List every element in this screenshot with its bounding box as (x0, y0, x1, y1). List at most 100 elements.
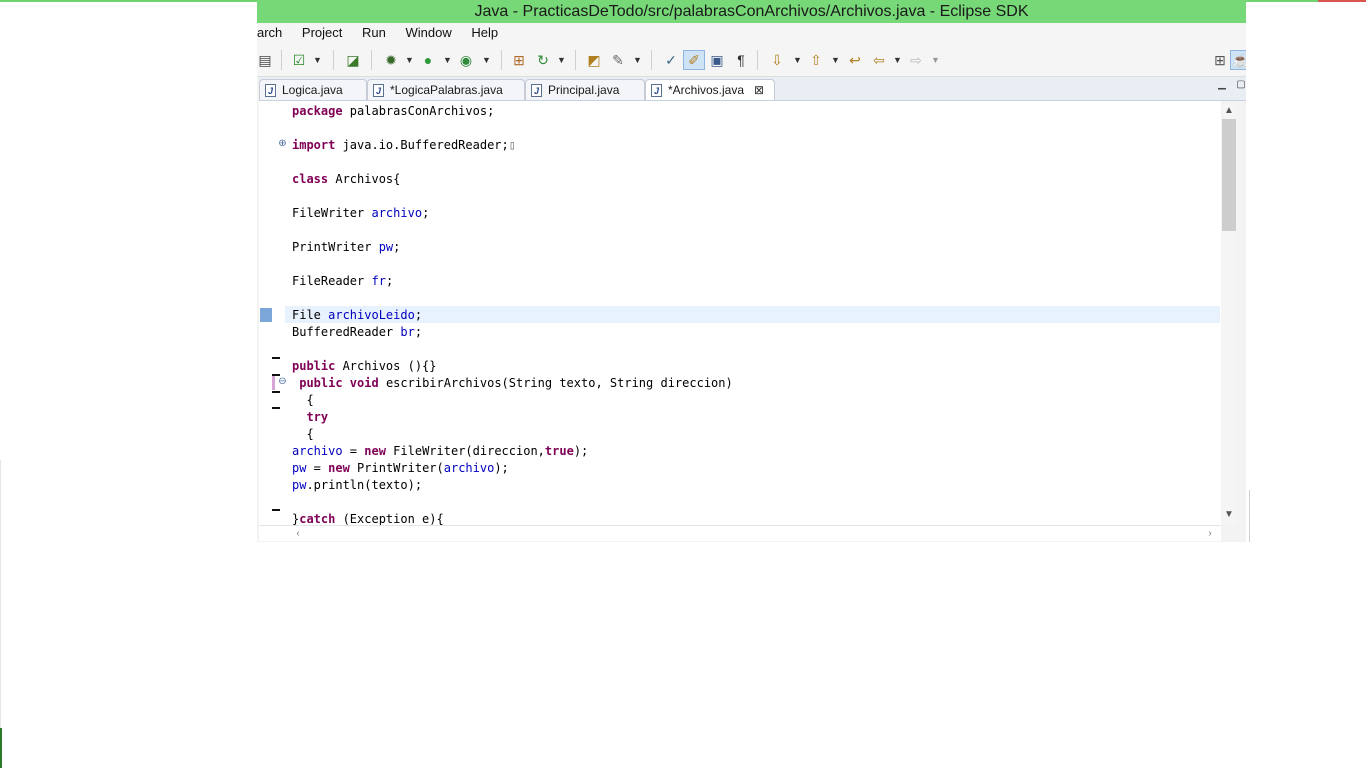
new-class-icon[interactable]: ◪ (345, 52, 361, 68)
tab-label: *Archivos.java (668, 83, 745, 97)
chevron-down-icon[interactable]: ▼ (931, 52, 940, 68)
tab-label: Principal.java (548, 83, 620, 97)
code-line: FileWriter archivo; (292, 205, 733, 222)
code-line: class Archivos{ (292, 171, 733, 188)
prev-annotation-icon[interactable]: ⇧ (808, 52, 824, 68)
menu-help[interactable]: Help (463, 23, 506, 43)
keyword: class (292, 172, 329, 186)
tab-logica[interactable]: J Logica.java (259, 79, 367, 100)
code-editor[interactable]: ⊕ ⊖ package palabrasConArchivos; import … (259, 101, 1221, 525)
desktop-close-strip (1318, 0, 1366, 2)
code-line: { (292, 393, 314, 407)
toolbar-separator (651, 50, 652, 70)
keyword: public void (299, 376, 379, 390)
menu-run[interactable]: Run (354, 23, 394, 43)
code-text: FileWriter (292, 206, 372, 220)
minimize-icon[interactable]: ▁ (1216, 80, 1228, 90)
toolbar: ▤ ☑ ▼ ◪ ✹ ▼ ● ▼ ◉ ▼ ⊞ ↻ ▼ ◩ ✎ ▼ ✓ ✐ ▣ ¶ (257, 44, 1246, 77)
folded-block-marker[interactable]: ▯ (509, 138, 516, 152)
back-icon[interactable]: ⇦ (871, 52, 887, 68)
field-name: archivo (292, 444, 343, 458)
block-selection-icon[interactable]: ▣ (709, 52, 725, 68)
code-text: ; (393, 240, 401, 254)
field-name: fr (371, 274, 386, 288)
next-annotation-icon[interactable]: ⇩ (769, 52, 785, 68)
external-tools-icon[interactable]: ◉ (458, 52, 474, 68)
java-file-icon: J (265, 84, 276, 97)
chevron-down-icon[interactable]: ▼ (793, 52, 802, 68)
menu-project[interactable]: Project (294, 23, 350, 43)
new-package-icon[interactable]: ⊞ (511, 52, 527, 68)
refresh-icon[interactable]: ↻ (535, 52, 551, 68)
field-name: pw (292, 478, 307, 492)
chevron-down-icon[interactable]: ▼ (313, 52, 322, 68)
code-text: package palabrasConArchivos; import java… (292, 103, 733, 525)
vertical-scrollbar[interactable]: ▲ ▼ (1221, 104, 1237, 524)
tab-principal[interactable]: J Principal.java (525, 79, 645, 100)
run-icon[interactable]: ● (420, 52, 436, 68)
scrollbar-thumb[interactable] (1222, 119, 1236, 231)
code-text: .println(texto); (306, 478, 423, 492)
mark-occurrences-icon[interactable]: ✓ (663, 52, 679, 68)
menu-window[interactable]: Window (398, 23, 460, 43)
code-line: FileReader fr; (292, 273, 733, 290)
chevron-up-icon[interactable]: ▲ (1221, 104, 1237, 118)
close-icon[interactable]: ⊠ (754, 80, 764, 101)
collapse-icon[interactable]: ⊖ (278, 377, 287, 387)
toolbar-separator (333, 50, 334, 70)
keyword: import (292, 138, 336, 152)
code-text: = (306, 461, 329, 475)
code-text: File (292, 308, 329, 322)
open-perspective-icon[interactable]: ⊞ (1212, 52, 1228, 68)
chevron-down-icon[interactable]: ▼ (405, 52, 414, 68)
tab-logica-palabras[interactable]: J *LogicaPalabras.java (367, 79, 525, 100)
code-line: pw.println(texto); (292, 477, 733, 494)
save-icon[interactable]: ▤ (257, 52, 273, 68)
toolbar-separator (501, 50, 502, 70)
chevron-down-icon[interactable]: ▼ (482, 52, 491, 68)
code-line: public void escribirArchivos(String text… (292, 375, 733, 392)
horizontal-scrollbar[interactable]: ‹ › (259, 525, 1221, 541)
keyword: package (292, 104, 343, 118)
code-text: ); (494, 461, 509, 475)
last-edit-icon[interactable]: ↩ (847, 52, 863, 68)
desktop-edge (0, 460, 1, 730)
code-text: PrintWriter( (349, 461, 444, 475)
window-edge (1249, 490, 1250, 542)
chevron-down-icon[interactable]: ▼ (443, 52, 452, 68)
show-whitespace-icon[interactable]: ¶ (733, 52, 749, 68)
chevron-down-icon[interactable]: ▼ (633, 52, 642, 68)
screen: Java - PracticasDeTodo/src/palabrasConAr… (0, 0, 1366, 768)
desktop-left-marker (0, 728, 2, 768)
code-text: FileReader (292, 274, 372, 288)
debug-icon[interactable]: ✹ (383, 52, 399, 68)
desktop-top-strip (0, 0, 257, 2)
chevron-down-icon[interactable]: ▼ (831, 52, 840, 68)
chevron-down-icon[interactable]: ▼ (1221, 508, 1237, 522)
keyword: public (292, 359, 336, 373)
code-line: import java.io.BufferedReader;▯ (292, 137, 733, 154)
highlight-icon[interactable]: ✐ (683, 50, 705, 70)
java-perspective-icon[interactable]: ☕ (1230, 50, 1246, 70)
chevron-right-icon[interactable]: › (1203, 526, 1217, 541)
menu-search[interactable]: arch (257, 23, 290, 43)
maximize-icon[interactable]: ▢ (1235, 80, 1247, 90)
checkbox-icon[interactable]: ☑ (291, 52, 307, 68)
error-marker (272, 391, 280, 393)
code-line: { (292, 427, 314, 441)
search-icon[interactable]: ✎ (610, 52, 626, 68)
chevron-left-icon[interactable]: ‹ (291, 526, 305, 541)
open-type-icon[interactable]: ◩ (586, 52, 602, 68)
tab-archivos[interactable]: J *Archivos.java ⊠ (645, 79, 775, 100)
java-file-icon: J (651, 84, 662, 97)
code-line: try (292, 409, 733, 426)
code-text: Archivos{ (328, 172, 401, 186)
expand-icon[interactable]: ⊕ (278, 139, 287, 149)
chevron-down-icon[interactable]: ▼ (893, 52, 902, 68)
forward-icon[interactable]: ⇨ (908, 52, 924, 68)
chevron-down-icon[interactable]: ▼ (557, 52, 566, 68)
